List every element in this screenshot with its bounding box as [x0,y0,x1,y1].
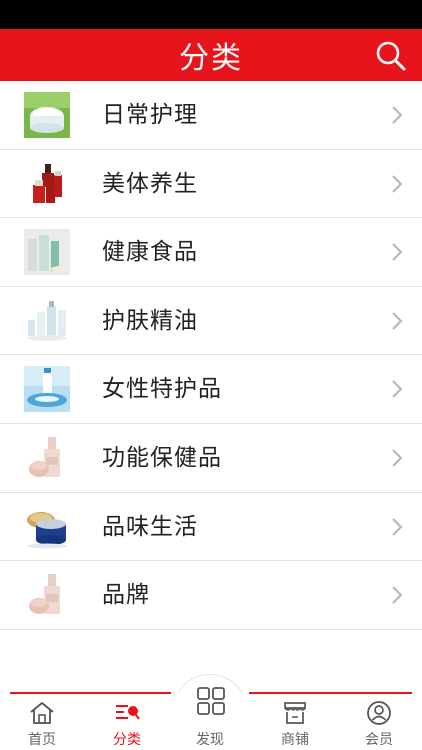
white-bottles-thumbnail [24,297,70,344]
category-list: 日常护理 美体养生 健康食品 护肤精油 女性特护品 功能保健品 品味生活 品牌 [0,81,422,630]
tab-label: 首页 [28,732,56,748]
category-row[interactable]: 健康食品 [0,218,422,287]
category-row[interactable]: 功能保健品 [0,424,422,493]
status-bar [0,0,422,29]
chevron-right-icon [392,174,403,193]
search-icon[interactable] [374,39,408,73]
category-label: 女性特护品 [102,376,222,403]
category-label: 美体养生 [102,170,198,197]
tab-label: 商铺 [281,732,309,748]
tab-label: 发现 [196,732,224,748]
blue-jar-thumbnail [24,503,70,550]
page-title: 分类 [179,41,243,76]
category-label: 护肤精油 [102,307,198,334]
category-label: 品牌 [102,582,150,609]
category-row[interactable]: 女性特护品 [0,355,422,424]
foundation-bottle-thumbnail [24,572,70,619]
tab-category[interactable]: 分类 [97,692,157,750]
category-label: 功能保健品 [102,444,222,471]
water-splash-thumbnail [24,366,70,413]
home-icon [30,702,54,724]
tubes-thumbnail [24,229,70,276]
chevron-right-icon [392,243,403,261]
category-label: 健康食品 [102,239,198,266]
chevron-right-icon [392,380,403,399]
category-row[interactable]: 品牌 [0,561,422,630]
user-icon [367,701,391,725]
shop-icon [284,702,306,724]
app-header: 分类 [0,29,422,81]
chevron-right-icon [392,106,403,124]
cream-jar-thumbnail [24,92,70,138]
category-row[interactable]: 品味生活 [0,493,422,562]
chevron-right-icon [392,517,403,536]
category-label: 品味生活 [102,513,198,540]
category-row[interactable]: 日常护理 [0,81,422,150]
tab-member[interactable]: 会员 [349,692,409,750]
category-list-icon [116,705,140,720]
chevron-right-icon [392,449,403,467]
red-bottles-thumbnail [24,160,70,207]
chevron-right-icon [392,312,403,330]
tab-shop[interactable]: 商铺 [265,692,325,750]
category-label: 日常护理 [102,102,198,128]
tab-label: 会员 [365,732,393,748]
category-row[interactable]: 护肤精油 [0,287,422,356]
category-row[interactable]: 美体养生 [0,150,422,219]
chevron-right-icon [392,586,403,604]
grid-icon [197,687,225,715]
tab-home[interactable]: 首页 [12,692,72,750]
tab-label: 分类 [113,732,141,748]
foundation-bottle-thumbnail [24,434,70,481]
